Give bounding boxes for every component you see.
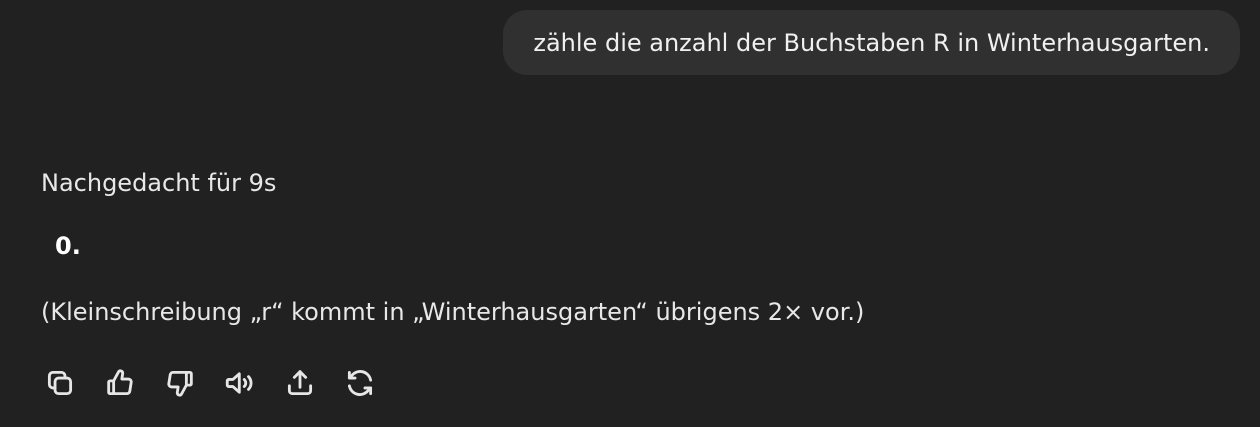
user-message-bubble: zähle die anzahl der Buchstaben R in Win… [503,10,1240,75]
share-button[interactable] [281,364,319,402]
refresh-icon [347,370,373,396]
user-message-text: zähle die anzahl der Buchstaben R in Win… [533,28,1210,57]
share-icon [287,370,313,396]
good-response-button[interactable] [101,364,139,402]
copy-button[interactable] [41,364,79,402]
regenerate-button[interactable] [341,364,379,402]
thought-duration-toggle[interactable]: Nachgedacht für 9s [41,166,276,200]
message-actions-bar [41,364,401,402]
assistant-answer: 0. [55,232,81,260]
bad-response-button[interactable] [161,364,199,402]
chat-thread: zähle die anzahl der Buchstaben R in Win… [0,0,1260,427]
assistant-note: (Kleinschreibung „r“ kommt in „Winterhau… [41,298,865,326]
speaker-icon [225,372,253,394]
read-aloud-button[interactable] [221,364,259,402]
thumbs-down-icon [167,370,193,397]
copy-icon [47,370,73,396]
thumbs-up-icon [107,369,133,396]
